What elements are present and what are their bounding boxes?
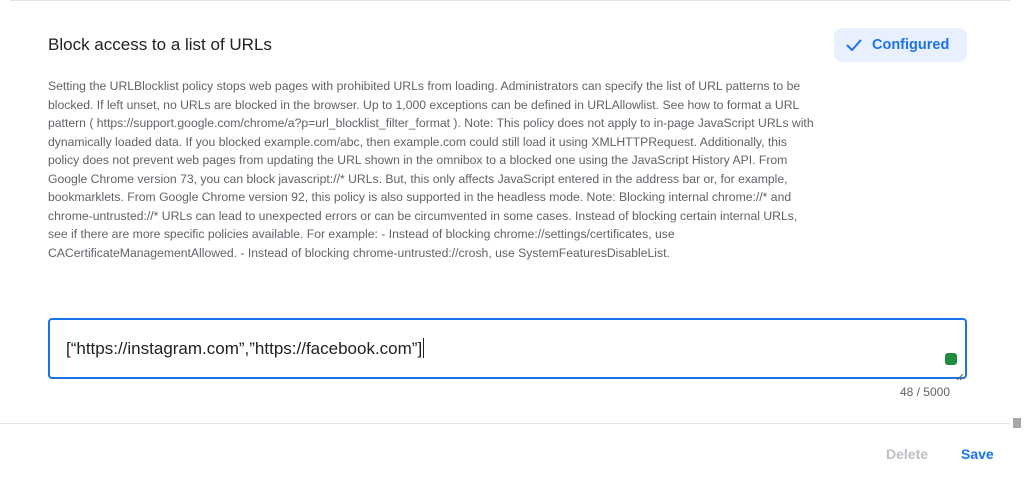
save-button[interactable]: Save: [961, 444, 994, 464]
extension-badge-icon[interactable]: [945, 353, 957, 365]
character-counter: 48 / 5000: [899, 385, 950, 399]
text-caret: [423, 338, 425, 358]
policy-title: Block access to a list of URLs: [48, 35, 272, 54]
url-blocklist-value[interactable]: [“https://instagram.com”,”https://facebo…: [66, 338, 425, 359]
resize-handle-icon[interactable]: [956, 368, 964, 381]
scrollbar-thumb[interactable]: [1013, 418, 1021, 428]
policy-description: Setting the URLBlocklist policy stops we…: [48, 79, 814, 260]
url-blocklist-input[interactable]: [“https://instagram.com”,”https://facebo…: [48, 318, 967, 381]
delete-button[interactable]: Delete: [886, 444, 928, 464]
bottom-divider: [0, 423, 1010, 424]
top-divider: [10, 0, 1010, 1]
configured-status-chip: Configured: [834, 28, 967, 62]
status-label: Configured: [872, 37, 950, 53]
policy-settings-page: Block access to a list of URLs Configure…: [0, 0, 1024, 483]
check-icon: [844, 35, 864, 55]
